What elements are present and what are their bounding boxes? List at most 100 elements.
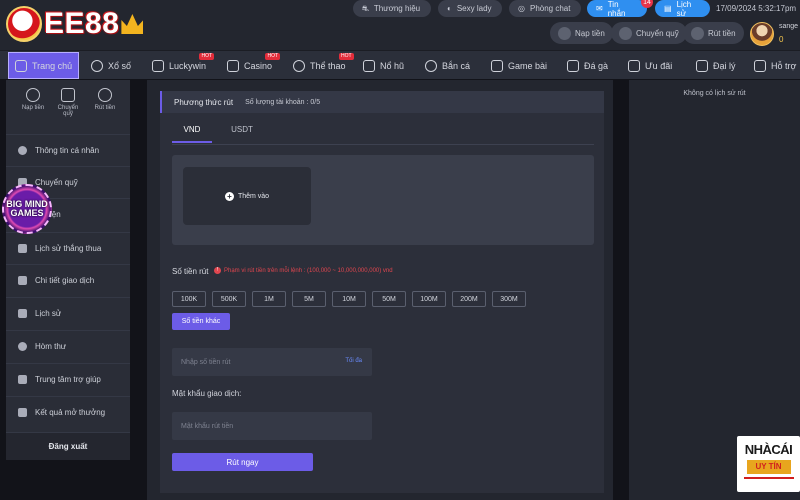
nav-item-support[interactable]: Hỗ trợ (754, 51, 796, 80)
nav-item-fishing[interactable]: Bắn cá (425, 51, 470, 80)
cockfight-icon (567, 59, 579, 72)
chart-icon (18, 244, 27, 253)
max-amount-link[interactable]: Tối đa (345, 358, 362, 364)
nav-item-cockfight[interactable]: Đá gà (567, 51, 608, 80)
nav-item-label: Nổ hũ (380, 60, 405, 71)
sidebar-item-label: Hòm thư (35, 342, 67, 351)
deposit-icon (26, 88, 40, 102)
sidebar-withdraw-button[interactable]: Rút tiền (90, 88, 120, 111)
logo-emblem-icon (6, 6, 42, 42)
history-icon: ▤ (664, 4, 672, 13)
user-avatar[interactable] (750, 22, 774, 46)
alert-icon: ! (214, 267, 221, 274)
brand-story-button[interactable]: ⛐ Thương hiệu (353, 0, 431, 17)
sidebar-item-win-loss-history[interactable]: Lịch sử thắng thua (6, 232, 130, 264)
history-label: Lịch sử (676, 0, 692, 18)
sidebar-transfer-button[interactable]: Chuyển quỹ (53, 88, 83, 117)
bank-account-box: + Thêm vào (172, 155, 594, 245)
history-button[interactable]: ▤ Lịch sử (655, 0, 710, 18)
add-bank-account-button[interactable]: + Thêm vào (183, 167, 311, 225)
nav-item-label: Trang chủ (32, 60, 73, 71)
amount-chip[interactable]: 200M (452, 291, 486, 307)
slot-icon (363, 59, 375, 72)
nav-item-sports[interactable]: Thể thao HOT (293, 51, 354, 80)
tab-vnd[interactable]: VND (172, 125, 212, 143)
withdraw-icon (98, 88, 112, 102)
amount-chip[interactable]: 300M (492, 291, 526, 307)
amount-chip[interactable]: 50M (372, 291, 406, 307)
tab-divider (172, 144, 594, 145)
watermark-underline (743, 477, 794, 479)
nav-item-home[interactable]: Trang chủ (8, 52, 80, 79)
support-icon (754, 59, 766, 72)
nav-item-slots[interactable]: Nổ hũ (363, 51, 404, 80)
message-count-badge: 14 (641, 0, 653, 8)
nav-item-label: Casino (244, 60, 273, 71)
nav-item-luckywin[interactable]: Luckywin HOT (152, 51, 215, 80)
ee88-logo[interactable]: EE88 (6, 4, 148, 44)
big-mind-games-badge[interactable]: BIG MIND GAMES (2, 184, 52, 234)
top-header: EE88 ⛐ Thương hiệu ◐ Sexy lady ◎ Phòng c… (0, 0, 800, 50)
watermark-line2: UY TÍN (746, 460, 791, 474)
sidebar-item-history[interactable]: Lịch sử (6, 297, 130, 329)
sidebar-item-label: Lịch sử (35, 309, 62, 318)
sidebar-item-label: Chuyển quỹ (35, 178, 78, 187)
withdraw-quick-button[interactable]: Rút tiền (683, 22, 744, 44)
transaction-password-input[interactable]: Mật khẩu rút tiền (172, 412, 372, 440)
amount-chip[interactable]: 5M (292, 291, 326, 307)
brand-story-label: Thương hiệu (373, 4, 421, 13)
amount-chip[interactable]: 100M (412, 291, 446, 307)
add-label: Thêm vào (237, 192, 270, 200)
deposit-label: Nạp tiền (575, 28, 605, 38)
brand-name: EE88 (44, 7, 120, 40)
sidebar-item-profile[interactable]: Thông tin cá nhân (6, 134, 130, 166)
deposit-icon (558, 26, 571, 40)
sidebar-item-label: Kết quả mở thưởng (35, 408, 106, 417)
transfer-quick-button[interactable]: Chuyển quỹ (611, 22, 687, 44)
sidebar-item-draw-results[interactable]: Kết quả mở thưởng (6, 396, 130, 428)
transfer-label: Chuyển quỹ (636, 28, 679, 38)
messages-label: Tin nhắn (607, 0, 626, 18)
sidebar-item-mailbox[interactable]: Hòm thư (6, 330, 130, 362)
messages-button[interactable]: ✉ Tin nhắn 14 (587, 0, 653, 18)
withdraw-now-button[interactable]: Rút ngay (172, 453, 313, 471)
nav-item-label: Xổ số (108, 60, 132, 71)
withdraw-amount-input[interactable]: Nhập số tiền rút Tối đa (172, 348, 372, 376)
withdraw-panel: Phương thức rút Số lượng tài khoản : 0/5… (160, 91, 604, 493)
amount-chip[interactable]: 1M (252, 291, 286, 307)
deposit-quick-button[interactable]: Nạp tiền (550, 22, 613, 44)
car-icon: ⛐ (362, 3, 369, 13)
mail-icon: ✉ (596, 4, 603, 13)
nav-item-casino[interactable]: Casino HOT (227, 51, 281, 80)
sidebar-quick-label: Chuyển quỹ (57, 105, 79, 117)
amount-chip[interactable]: 10M (332, 291, 366, 307)
password-label: Mật khẩu giao dịch: (172, 389, 242, 398)
home-icon (15, 59, 27, 72)
sexy-lady-button[interactable]: ◐ Sexy lady (438, 0, 502, 17)
logout-button[interactable]: Đăng xuất (6, 432, 130, 460)
chat-icon: ◎ (518, 4, 525, 13)
nav-item-lottery[interactable]: Xổ số (91, 51, 131, 80)
nav-item-agent[interactable]: Đại lý (696, 51, 736, 80)
nhacai-uytin-watermark: NHÀCÁI UY TÍN (737, 436, 800, 492)
sidebar-item-transaction-detail[interactable]: Chi tiết giao dịch (6, 264, 130, 296)
nav-item-card-games[interactable]: Game bài (491, 51, 547, 80)
trophy-icon (18, 408, 27, 417)
casino-icon (227, 59, 239, 72)
withdraw-label: Rút tiền (708, 28, 736, 38)
other-amount-button[interactable]: Số tiền khác (172, 313, 230, 330)
nav-item-promotions[interactable]: Ưu đãi (628, 51, 672, 80)
sidebar-deposit-button[interactable]: Nạp tiền (18, 88, 48, 111)
hot-badge: HOT (199, 53, 215, 60)
tab-usdt[interactable]: USDT (222, 125, 262, 143)
section-title: Phương thức rút (174, 97, 234, 107)
nav-item-label: Ưu đãi (645, 60, 673, 71)
chat-room-button[interactable]: ◎ Phòng chat (509, 0, 581, 17)
amount-chip[interactable]: 500K (212, 291, 246, 307)
amount-chip[interactable]: 100K (172, 291, 206, 307)
sidebar-item-help-center[interactable]: Trung tâm trợ giúp (6, 363, 130, 395)
nav-item-label: Hỗ trợ (771, 60, 797, 71)
withdraw-icon (691, 26, 704, 40)
crown-icon (121, 14, 144, 34)
sidebar-item-label: Chi tiết giao dịch (35, 276, 95, 285)
